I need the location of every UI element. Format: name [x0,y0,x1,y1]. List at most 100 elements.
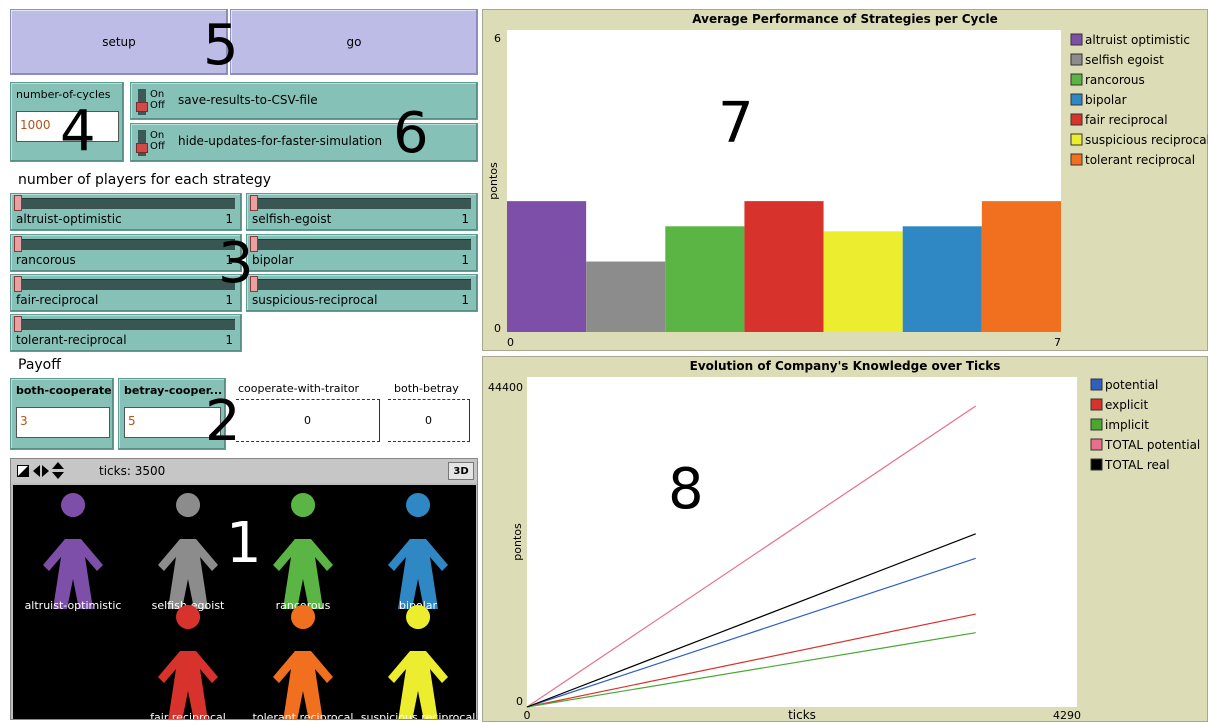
plot-area [527,377,1077,707]
slider-label: altruist-optimistic [16,212,122,226]
switch-off-label: Off [150,141,165,152]
x-tick-label: 4290 [1053,709,1081,722]
legend-swatch [1070,113,1083,126]
save-results-label: save-results-to-CSV-file [178,93,318,107]
legend-swatch [1090,378,1103,391]
monitor-label: both-betray [394,382,459,395]
cooperate-with-traitor-monitor: cooperate-with-traitor 0 [232,380,382,442]
slider-label: fair-reciprocal [16,293,99,307]
annotation-8: 8 [668,457,704,522]
slider-value: 1 [461,293,469,307]
resize-icon[interactable] [17,465,29,477]
x-tick-label: 7 [1054,336,1061,349]
bar [902,226,982,332]
slider-altruist-optimistic[interactable]: altruist-optimistic 1 [10,193,242,231]
switch-on-label: On [150,130,165,141]
y-tick-label: 44400 [488,381,523,394]
y-axis-label: pontos [487,162,500,200]
legend-label: suspicious reciprocal [1085,133,1208,147]
person-icon [158,493,218,609]
slider-value: 1 [461,212,469,226]
agent-person: selfish-egoist [152,493,225,612]
person-icon [273,493,333,609]
legend-label: rancorous [1085,73,1145,87]
slider-handle[interactable] [14,276,22,292]
average-performance-plot[interactable]: Average Performance of Strategies per Cy… [482,9,1208,351]
slider-handle[interactable] [250,195,258,211]
legend-swatch [1090,418,1103,431]
pan-horizontal-icon[interactable] [33,464,49,478]
person-icon [388,493,448,609]
x-tick-label: 0 [524,709,531,722]
slider-value: 1 [461,253,469,267]
agent-label: suspicious reciprocal [361,711,476,719]
both-cooperate-input-widget[interactable]: both-cooperate 3 [10,378,114,450]
annotation-5: 5 [203,13,239,78]
setup-label: setup [102,35,136,49]
slider-selfish-egoist[interactable]: selfish-egoist 1 [246,193,478,231]
slider-fair-reciprocal[interactable]: fair-reciprocal 1 [10,274,242,312]
annotation-6: 6 [393,101,429,166]
x-axis-label: ticks [788,708,816,722]
agent-person: tolerant reciprocal [253,605,354,719]
bar [586,261,666,332]
slider-bipolar[interactable]: bipolar 1 [246,234,478,272]
monitor-value: 0 [425,414,432,427]
legend-swatch [1070,73,1083,86]
legend-label: TOTAL potential [1104,438,1200,452]
legend-swatch [1090,438,1103,451]
go-button[interactable]: go [230,9,478,75]
person-icon [273,605,333,719]
legend-label: implicit [1105,418,1149,432]
annotation-7: 7 [718,91,754,156]
slider-rancorous[interactable]: rancorous 1 [10,234,242,272]
legend-label: bipolar [1085,93,1127,107]
legend-swatch [1090,458,1103,471]
both-cooperate-field[interactable]: 3 [16,407,110,438]
slider-handle[interactable] [14,316,22,332]
agent-label: fair reciprocal [150,711,226,719]
slider-label: rancorous [16,253,76,267]
agent-label: tolerant reciprocal [253,711,354,719]
switch-on-label: On [150,89,165,100]
legend-label: fair reciprocal [1085,113,1168,127]
knowledge-evolution-plot[interactable]: Evolution of Company's Knowledge over Ti… [482,356,1208,722]
y-tick-label: 0 [516,695,523,708]
agent-person: fair reciprocal [150,605,226,719]
agent-person: suspicious reciprocal [361,605,476,719]
slider-suspicious-reciprocal[interactable]: suspicious-reciprocal 1 [246,274,478,312]
both-cooperate-label: both-cooperate [16,384,112,397]
legend-label: selfish egoist [1085,53,1164,67]
legend-label: tolerant reciprocal [1085,153,1195,167]
agent-person: bipolar [388,493,448,612]
hide-updates-toggle[interactable]: On Off [136,128,166,158]
slider-tolerant-reciprocal[interactable]: tolerant-reciprocal 1 [10,314,242,352]
bar [507,201,587,332]
both-betray-monitor: both-betray 0 [386,380,472,442]
payoff-heading: Payoff [18,357,61,373]
bar [665,226,745,332]
agent-person: rancorous [273,493,333,612]
ticks-counter: ticks: 3500 [99,464,166,478]
annotation-1: 1 [226,511,262,576]
legend-swatch [1070,133,1083,146]
bar [744,201,824,332]
annotation-4: 4 [60,99,96,164]
legend-swatch [1070,93,1083,106]
agent-label: altruist-optimistic [25,599,122,612]
legend-label: altruist optimistic [1085,33,1190,47]
pan-vertical-icon[interactable] [51,462,65,479]
setup-button[interactable]: setup [10,9,228,75]
legend-swatch [1070,33,1083,46]
slider-value: 1 [225,333,233,347]
world-view-toolbar: ticks: 3500 3D [11,459,477,483]
legend-swatch [1070,53,1083,66]
slider-label: bipolar [252,253,294,267]
3d-view-button[interactable]: 3D [448,462,474,480]
legend-label: potential [1105,378,1158,392]
person-icon [158,605,218,719]
agent-person: altruist-optimistic [25,493,122,612]
slider-handle[interactable] [14,195,22,211]
slider-handle[interactable] [14,236,22,252]
save-results-toggle[interactable]: On Off [136,87,166,117]
